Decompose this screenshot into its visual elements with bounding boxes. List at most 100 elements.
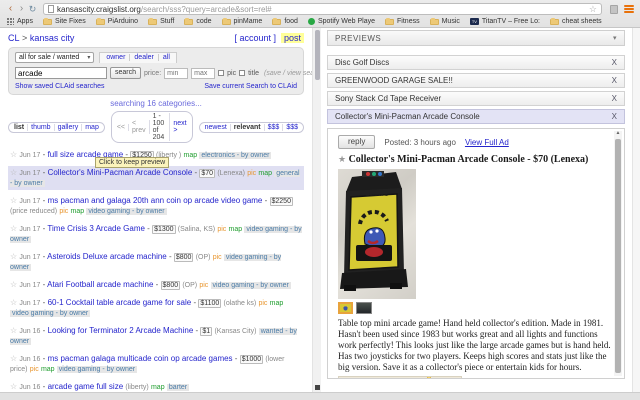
listing-title-link[interactable]: Collector's Mini-Pacman Arcade Console <box>48 168 193 177</box>
save-searches-hint[interactable]: (save / view searches) <box>264 70 312 77</box>
favorite-star-icon[interactable]: ☆ <box>10 280 17 289</box>
extension-icon[interactable] <box>610 4 618 14</box>
save-current-search-link[interactable]: Save current Search to CLAid <box>204 83 297 90</box>
favorite-star-icon[interactable]: ☆ <box>10 168 17 177</box>
account-link[interactable]: [ account ] <box>234 33 276 43</box>
pic-link[interactable]: pic <box>199 282 208 289</box>
reply-button[interactable]: reply <box>338 135 376 149</box>
pic-link[interactable]: pic <box>217 226 226 233</box>
detail-scrollbar-up-arrow[interactable]: ▲ <box>614 131 622 136</box>
preview-item-bar[interactable]: Collector's Mini-Pacman Arcade Console X <box>327 109 625 124</box>
photo-thumbnail[interactable] <box>356 302 372 314</box>
show-saved-searches-link[interactable]: Show saved CLAid searches <box>15 83 105 90</box>
favorite-star-icon[interactable]: ☆ <box>10 150 17 159</box>
map-link[interactable]: map <box>151 384 165 391</box>
close-icon[interactable]: X <box>612 112 617 121</box>
bookmark-item[interactable]: Music <box>429 17 460 25</box>
map-link[interactable]: map <box>270 300 284 307</box>
pic-link[interactable]: pic <box>258 300 267 307</box>
listing-title-link[interactable]: 60-1 Cocktail table arcade game for sale <box>48 298 192 307</box>
first-page-button[interactable]: << <box>114 123 130 131</box>
view-full-ad-link[interactable]: View Full Ad <box>465 138 509 147</box>
bookmark-star-icon[interactable]: ☆ <box>589 4 597 14</box>
close-icon[interactable]: X <box>612 94 617 103</box>
address-bar[interactable]: kansascity.craigslist.org/search/sss?que… <box>43 3 602 15</box>
bookmark-item[interactable]: food <box>272 17 298 25</box>
bookmark-item[interactable]: Spotify Web Playe <box>307 18 375 25</box>
favorite-star-icon[interactable]: ☆ <box>10 298 17 307</box>
detail-scrollbar-thumb[interactable] <box>615 139 621 373</box>
listing-title-link[interactable]: Time Crisis 3 Arcade Game <box>47 224 145 233</box>
listing-category[interactable]: video gaming - by owner <box>86 208 167 215</box>
map-link[interactable]: map <box>258 170 272 177</box>
breadcrumb-city-link[interactable]: kansas city <box>30 33 75 43</box>
favorite-star-icon[interactable]: ☆ <box>10 196 17 205</box>
bookmark-item[interactable]: Fitness <box>385 17 420 25</box>
listing-title-link[interactable]: Looking for Terminator 2 Arcade Machine <box>48 326 194 335</box>
back-icon[interactable]: ‹ <box>5 4 16 14</box>
photo-thumbnail-selected[interactable] <box>338 302 353 314</box>
reload-icon[interactable]: ↻ <box>27 4 38 14</box>
chrome-menu-icon[interactable] <box>623 4 635 14</box>
previews-collapse-icon[interactable]: ▾ <box>613 34 617 42</box>
forward-icon[interactable]: › <box>16 4 27 14</box>
category-select[interactable]: all for sale / wanted ▾ <box>15 52 95 63</box>
listing-category[interactable]: video gaming - by owner <box>56 366 138 373</box>
preview-item-bar[interactable]: Disc Golf Discs X <box>327 55 625 70</box>
window-scrollbar[interactable] <box>632 28 640 392</box>
close-icon[interactable]: X <box>612 76 617 85</box>
search-button[interactable]: search <box>110 67 142 79</box>
map-link[interactable]: map <box>71 208 85 215</box>
price-min-input[interactable] <box>164 67 189 79</box>
left-scrollbar[interactable] <box>312 28 321 392</box>
listing-category[interactable]: video gaming - by owner <box>210 282 291 289</box>
map-link[interactable]: map <box>229 226 243 233</box>
view-list-tab[interactable]: list <box>11 123 29 131</box>
next-page-button[interactable]: next > <box>170 120 189 134</box>
sort-newest-link[interactable]: newest <box>202 123 231 131</box>
post-link[interactable]: post <box>280 33 304 43</box>
favorite-star-icon[interactable]: ☆ <box>10 382 17 391</box>
sort-price-asc-link[interactable]: $$$ <box>265 123 284 131</box>
scope-owner-link[interactable]: owner <box>102 54 131 61</box>
view-map-tab[interactable]: map <box>82 124 102 131</box>
view-gallery-tab[interactable]: gallery <box>55 123 83 131</box>
sort-relevant-link[interactable]: relevant <box>231 123 265 131</box>
map-link[interactable]: map <box>41 366 55 373</box>
posting-photo[interactable]: MIDWAY'S <box>338 169 416 299</box>
listing-category[interactable]: barter <box>166 384 190 391</box>
map-preview[interactable]: W 103rd Street + <box>338 376 462 378</box>
close-icon[interactable]: X <box>612 58 617 67</box>
bookmark-item[interactable]: Apps <box>7 18 33 25</box>
favorite-star-icon[interactable]: ☆ <box>10 354 17 363</box>
left-scrollbar-down-arrow[interactable] <box>315 385 320 390</box>
scope-dealer-link[interactable]: dealer <box>130 54 159 61</box>
title-checkbox[interactable] <box>239 70 246 76</box>
listing-title-link[interactable]: Atari Football arcade machine <box>47 280 153 289</box>
listing-category[interactable]: electronics - by owner <box>199 152 272 159</box>
previews-header[interactable]: PREVIEWS ▾ <box>327 30 625 46</box>
preview-item-bar[interactable]: GREENWOOD GARAGE SALE!! X <box>327 73 625 88</box>
listing-title-link[interactable]: arcade game full size <box>48 382 124 391</box>
scope-all-link[interactable]: all <box>159 54 174 61</box>
bookmark-item[interactable]: TV TitanTV – Free Lo: <box>469 18 540 25</box>
pic-link[interactable]: pic <box>247 170 256 177</box>
search-input[interactable] <box>15 67 107 79</box>
bookmark-item[interactable]: code <box>184 17 212 25</box>
bookmark-item[interactable]: PiArduino <box>95 17 138 25</box>
favorite-star-icon[interactable]: ☆ <box>10 252 17 261</box>
favorite-star-icon[interactable]: ☆ <box>10 224 17 233</box>
view-thumb-tab[interactable]: thumb <box>28 123 55 131</box>
breadcrumb-cl-link[interactable]: CL <box>8 33 20 43</box>
price-max-input[interactable] <box>191 67 216 79</box>
sort-price-desc-link[interactable]: $$$ <box>283 124 301 131</box>
listing-title-link[interactable]: Asteroids Deluxe arcade machine <box>47 252 167 261</box>
map-link[interactable]: map <box>184 152 198 159</box>
posting-star-icon[interactable]: ★ <box>338 154 346 164</box>
bookmark-item[interactable]: Stuff <box>148 17 174 25</box>
left-scrollbar-thumb[interactable] <box>315 30 320 80</box>
detail-scrollbar[interactable]: ▲ <box>614 131 622 376</box>
pic-checkbox[interactable] <box>218 70 225 76</box>
favorite-star-icon[interactable]: ☆ <box>10 326 17 335</box>
bookmark-item[interactable]: Site Fixes <box>42 17 86 25</box>
